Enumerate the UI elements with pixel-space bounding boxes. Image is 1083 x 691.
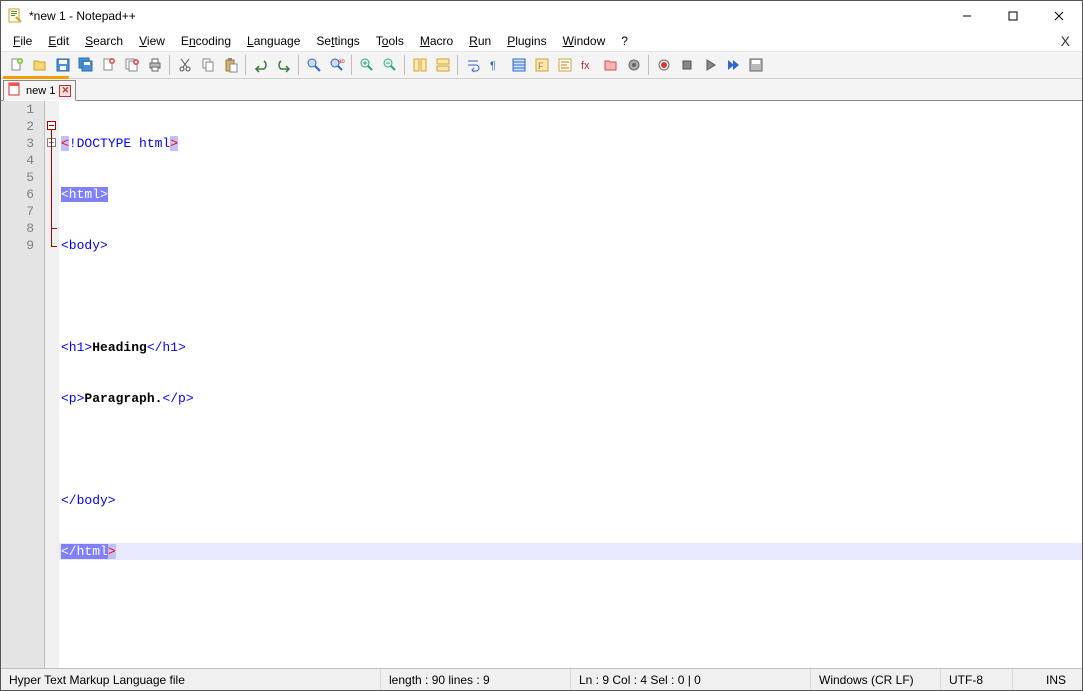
save-macro-button[interactable] bbox=[744, 54, 767, 77]
print-button[interactable] bbox=[143, 54, 166, 77]
app-icon bbox=[7, 8, 23, 24]
line-number: 5 bbox=[1, 169, 44, 186]
window-title: *new 1 - Notepad++ bbox=[29, 9, 136, 23]
close-all-button[interactable] bbox=[120, 54, 143, 77]
line-number: 6 bbox=[1, 186, 44, 203]
close-file-button[interactable] bbox=[97, 54, 120, 77]
menu-macro[interactable]: Macro bbox=[412, 32, 461, 50]
all-chars-button[interactable]: ¶ bbox=[484, 54, 507, 77]
line-number: 7 bbox=[1, 203, 44, 220]
code-line: <!DOCTYPE html> bbox=[59, 135, 1082, 152]
zoom-in-button[interactable] bbox=[355, 54, 378, 77]
wordwrap-button[interactable] bbox=[461, 54, 484, 77]
svg-text:fx: fx bbox=[581, 60, 590, 72]
line-number: 3 bbox=[1, 135, 44, 152]
code-line: <p>Paragraph.</p> bbox=[59, 390, 1082, 407]
menu-file[interactable]: File bbox=[5, 32, 40, 50]
code-line: <h1>Heading</h1> bbox=[59, 339, 1082, 356]
code-line bbox=[59, 441, 1082, 458]
close-button[interactable] bbox=[1036, 1, 1082, 31]
code-area[interactable]: <!DOCTYPE html> <html> <body> <h1>Headin… bbox=[59, 101, 1082, 668]
save-all-button[interactable] bbox=[74, 54, 97, 77]
menu-bar: File Edit Search View Encoding Language … bbox=[1, 31, 1082, 51]
line-number: 8 bbox=[1, 220, 44, 237]
fold-tee bbox=[51, 228, 57, 229]
copy-button[interactable] bbox=[196, 54, 219, 77]
app-window: *new 1 - Notepad++ File Edit Search View… bbox=[0, 0, 1083, 691]
doc-map-button[interactable] bbox=[553, 54, 576, 77]
code-line bbox=[59, 288, 1082, 305]
line-number: 9 bbox=[1, 237, 44, 254]
menu-plugins[interactable]: Plugins bbox=[499, 32, 554, 50]
title-bar: *new 1 - Notepad++ bbox=[1, 1, 1082, 31]
code-line: </body> bbox=[59, 492, 1082, 509]
code-line: <body> bbox=[59, 237, 1082, 254]
line-number: 2 bbox=[1, 118, 44, 135]
monitor-button[interactable] bbox=[622, 54, 645, 77]
fold-column[interactable] bbox=[45, 101, 59, 668]
minimize-button[interactable] bbox=[944, 1, 990, 31]
svg-text:¶: ¶ bbox=[490, 60, 496, 72]
menu-help[interactable]: ? bbox=[613, 32, 636, 50]
line-number: 1 bbox=[1, 101, 44, 118]
play-multi-button[interactable] bbox=[721, 54, 744, 77]
code-line: <html> bbox=[59, 186, 1082, 203]
menu-search[interactable]: Search bbox=[77, 32, 131, 50]
zoom-out-button[interactable] bbox=[378, 54, 401, 77]
menu-view[interactable]: View bbox=[131, 32, 173, 50]
save-button[interactable] bbox=[51, 54, 74, 77]
status-encoding[interactable]: UTF-8 bbox=[941, 669, 1013, 690]
status-position: Ln : 9 Col : 4 Sel : 0 | 0 bbox=[571, 669, 811, 690]
line-number: 4 bbox=[1, 152, 44, 169]
close-document-button[interactable]: X bbox=[1053, 33, 1078, 49]
menu-window[interactable]: Window bbox=[555, 32, 614, 50]
folder-workspace-button[interactable] bbox=[599, 54, 622, 77]
status-length: length : 90 lines : 9 bbox=[381, 669, 571, 690]
replace-button[interactable]: ab bbox=[325, 54, 348, 77]
redo-button[interactable] bbox=[272, 54, 295, 77]
find-button[interactable] bbox=[302, 54, 325, 77]
sync-h-button[interactable] bbox=[431, 54, 454, 77]
play-macro-button[interactable] bbox=[698, 54, 721, 77]
status-mode[interactable]: INS bbox=[1013, 669, 1082, 690]
paste-button[interactable] bbox=[219, 54, 242, 77]
status-filetype: Hyper Text Markup Language file bbox=[1, 669, 381, 690]
svg-text:ab: ab bbox=[338, 59, 345, 65]
menu-language[interactable]: Language bbox=[239, 32, 308, 50]
menu-edit[interactable]: Edit bbox=[40, 32, 77, 50]
status-bar: Hyper Text Markup Language file length :… bbox=[1, 668, 1082, 690]
tab-new-1[interactable]: new 1 ✕ bbox=[3, 80, 76, 101]
sync-v-button[interactable] bbox=[408, 54, 431, 77]
fold-toggle-icon[interactable] bbox=[47, 121, 56, 130]
indent-guide-button[interactable] bbox=[507, 54, 530, 77]
svg-text:F: F bbox=[538, 61, 544, 71]
fold-end bbox=[51, 246, 57, 247]
stop-macro-button[interactable] bbox=[675, 54, 698, 77]
tab-label: new 1 bbox=[26, 85, 55, 97]
editor: 1 2 3 4 5 6 7 8 9 <!DOCTYPE html> <html>… bbox=[1, 101, 1082, 668]
menu-run[interactable]: Run bbox=[461, 32, 499, 50]
maximize-button[interactable] bbox=[990, 1, 1036, 31]
func-list-button[interactable]: fx bbox=[576, 54, 599, 77]
open-file-button[interactable] bbox=[28, 54, 51, 77]
lang-button[interactable]: F bbox=[530, 54, 553, 77]
tab-close-button[interactable]: ✕ bbox=[59, 85, 71, 97]
tab-bar: new 1 ✕ bbox=[1, 79, 1082, 101]
menu-encoding[interactable]: Encoding bbox=[173, 32, 239, 50]
menu-settings[interactable]: Settings bbox=[308, 32, 367, 50]
line-number-gutter[interactable]: 1 2 3 4 5 6 7 8 9 bbox=[1, 101, 45, 668]
status-eol[interactable]: Windows (CR LF) bbox=[811, 669, 941, 690]
unsaved-file-icon bbox=[8, 82, 22, 99]
record-macro-button[interactable] bbox=[652, 54, 675, 77]
code-line-current: </html> bbox=[59, 543, 1082, 560]
undo-button[interactable] bbox=[249, 54, 272, 77]
cut-button[interactable] bbox=[173, 54, 196, 77]
toolbar: ab ¶ F fx bbox=[1, 51, 1082, 79]
menu-tools[interactable]: Tools bbox=[368, 32, 412, 50]
new-file-button[interactable] bbox=[5, 54, 28, 77]
